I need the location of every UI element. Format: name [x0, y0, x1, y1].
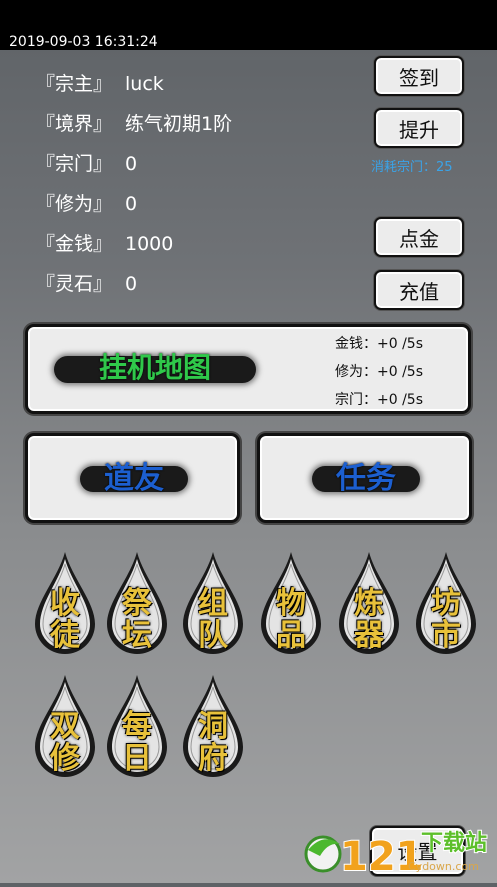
drop-button-dual-cultivation[interactable]: 双修 [32, 673, 98, 779]
upgrade-button[interactable]: 提升 [374, 108, 464, 148]
drop-char-top: 坊 [431, 586, 461, 621]
stat-value: 0 [125, 193, 138, 215]
drop-char-top: 物 [276, 586, 306, 621]
recharge-button[interactable]: 充值 [374, 270, 464, 310]
stat-spirit-stone: 『灵石』 0 [36, 272, 137, 296]
drop-button-daily[interactable]: 每日 [104, 673, 170, 779]
stat-value: luck [125, 73, 164, 95]
drop-char-bottom: 市 [431, 618, 461, 653]
drop-char-top: 收 [50, 586, 80, 621]
drop-button-altar[interactable]: 祭坛 [104, 550, 170, 656]
stat-cultivation: 『修为』 0 [36, 192, 137, 216]
stat-label: 『宗主』 [36, 73, 113, 95]
drop-char-bottom: 品 [276, 618, 306, 653]
drop-char-bottom: 修 [50, 741, 80, 776]
stat-value: 1000 [125, 233, 174, 255]
rate-money: 金钱：+0 /5s [335, 336, 424, 352]
stat-sect: 『宗门』 0 [36, 152, 137, 176]
drop-char-bottom: 日 [122, 741, 152, 776]
rate-cultivation: 修为：+0 /5s [335, 364, 424, 380]
drop-button-team[interactable]: 组队 [180, 550, 246, 656]
drop-char-top: 双 [50, 709, 80, 744]
upgrade-cost-label: 消耗宗门：25 [371, 160, 453, 175]
idle-map-title: 挂机地图 [98, 351, 211, 384]
stat-label: 『境界』 [36, 113, 113, 135]
drop-button-market[interactable]: 坊市 [413, 550, 479, 656]
gold-button[interactable]: 点金 [374, 217, 464, 257]
status-datetime: 2019-09-03 16:31:24 [9, 34, 158, 50]
drop-char-top: 每 [122, 709, 152, 744]
watermark-logo: 121 下载站 Cydown.com [298, 822, 497, 883]
tasks-title: 任务 [336, 461, 396, 496]
stat-money: 『金钱』 1000 [36, 232, 173, 256]
svg-text:Cydown.com: Cydown.com [408, 860, 479, 873]
stat-value: 练气初期1阶 [125, 113, 233, 135]
drop-char-bottom: 队 [198, 618, 228, 653]
drop-char-bottom: 府 [198, 741, 228, 776]
svg-text:121: 121 [340, 834, 424, 880]
friends-title: 道友 [104, 461, 164, 496]
drop-button-recruit[interactable]: 收徒 [32, 550, 98, 656]
drop-button-forge[interactable]: 炼器 [336, 550, 402, 656]
drop-char-top: 洞 [198, 709, 228, 744]
svg-text:下载站: 下载站 [421, 830, 487, 856]
drop-char-bottom: 徒 [50, 618, 80, 653]
stat-label: 『宗门』 [36, 153, 113, 175]
stat-value: 0 [125, 273, 138, 295]
drop-button-items[interactable]: 物品 [258, 550, 324, 656]
status-bar: 2019-09-03 16:31:24 [0, 0, 497, 50]
stat-value: 0 [125, 153, 138, 175]
drop-char-bottom: 器 [354, 618, 384, 653]
stat-label: 『修为』 [36, 193, 113, 215]
drop-char-top: 炼 [354, 586, 384, 621]
sign-in-button[interactable]: 签到 [374, 56, 464, 96]
stat-sect-master: 『宗主』 luck [36, 72, 164, 96]
stat-label: 『金钱』 [36, 233, 113, 255]
rate-sect: 宗门：+0 /5s [335, 392, 424, 408]
stat-realm: 『境界』 练气初期1阶 [36, 112, 232, 136]
drop-char-top: 组 [198, 586, 228, 621]
drop-char-top: 祭 [122, 586, 152, 621]
drop-button-cave[interactable]: 洞府 [180, 673, 246, 779]
drop-char-bottom: 坛 [122, 618, 152, 653]
stat-label: 『灵石』 [36, 273, 113, 295]
